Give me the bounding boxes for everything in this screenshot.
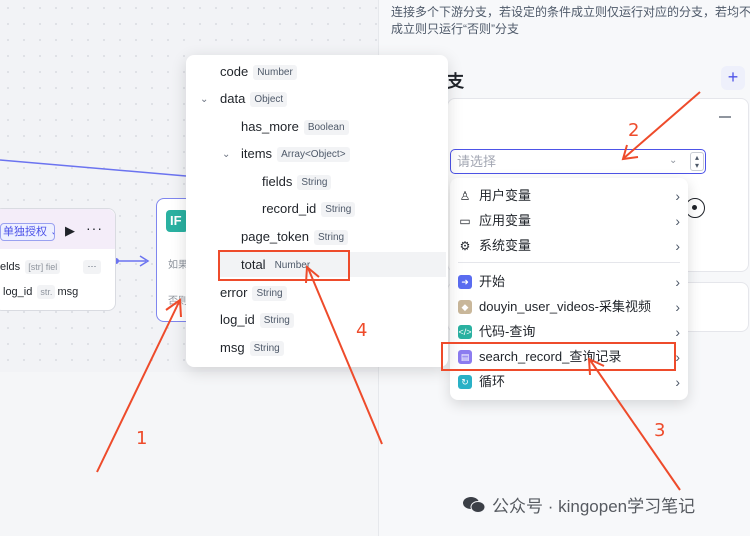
tree-row-code[interactable]: code Number: [220, 63, 297, 81]
highlight-box-search-record: [441, 342, 676, 371]
type-tag: Number: [253, 65, 297, 80]
target-icon[interactable]: [685, 198, 705, 218]
more-icon[interactable]: ···: [86, 220, 103, 236]
add-branch-button[interactable]: +: [721, 66, 745, 90]
var-name: code: [220, 64, 249, 79]
fields-label: elds: [0, 261, 21, 273]
tree-row-log-id[interactable]: log_id String: [220, 311, 294, 329]
menu-item-label: 系统变量: [479, 238, 532, 253]
var-name: error: [220, 285, 248, 300]
chevron-down-icon[interactable]: ⌄: [200, 94, 208, 105]
menu-item-label: 应用变量: [479, 213, 532, 228]
var-name: fields: [262, 174, 293, 189]
highlight-box-total: [218, 250, 350, 281]
var-name: record_id: [262, 201, 317, 216]
chevron-right-icon: ›: [675, 188, 680, 204]
annotation-number-2: 2: [628, 120, 640, 141]
tree-row-fields[interactable]: fields String: [262, 173, 332, 191]
menu-item-user-vars[interactable]: ♙ 用户变量 ›: [458, 184, 680, 208]
output-row: log_id str. msg: [3, 285, 78, 299]
type-tag: String: [249, 341, 284, 356]
menu-item-douyin-plugin[interactable]: ◆ douyin_user_videos-采集视频 ›: [458, 295, 680, 319]
else-label: 否则: [168, 296, 188, 307]
collapse-icon[interactable]: [719, 116, 731, 118]
var-name: log_id: [220, 312, 255, 327]
menu-item-start[interactable]: ➜ 开始 ›: [458, 270, 680, 294]
folder-icon: ▭: [459, 214, 471, 228]
menu-item-label: 用户变量: [479, 188, 532, 203]
msg-label: msg: [57, 286, 79, 298]
chevron-right-icon: ›: [675, 299, 680, 315]
type-tag: String: [297, 175, 332, 190]
var-name: data: [220, 91, 246, 106]
chevron-down-icon[interactable]: ⌄: [222, 149, 230, 160]
start-icon: ➜: [458, 275, 472, 289]
menu-item-system-vars[interactable]: ⚙ 系统变量 ›: [458, 234, 680, 258]
type-tag: Object: [250, 92, 288, 107]
type-tag: String: [252, 286, 287, 301]
more-fields-button[interactable]: ···: [83, 260, 101, 274]
menu-item-code-query[interactable]: </> 代码-查询 ›: [458, 320, 680, 344]
annotation-number-3: 3: [654, 420, 666, 441]
tree-row-data[interactable]: data Object: [220, 90, 288, 108]
plugin-avatar-icon: ◆: [458, 300, 472, 314]
tree-row-items[interactable]: items Array<Object>: [241, 145, 350, 163]
play-icon[interactable]: ▶: [65, 223, 75, 239]
type-tag: String: [313, 230, 349, 245]
menu-item-app-vars[interactable]: ▭ 应用变量 ›: [458, 209, 680, 233]
log-id-label: log_id: [3, 286, 33, 298]
menu-item-label: douyin_user_videos-采集视频: [479, 299, 651, 314]
tree-row-has-more[interactable]: has_more Boolean: [241, 118, 349, 136]
auth-select[interactable]: 单独授权 ⌄: [0, 223, 55, 241]
tree-row-page-token[interactable]: page_token String: [241, 228, 349, 246]
loop-icon: ↻: [458, 375, 472, 389]
watermark-text: 公众号 · kingopen学习笔记: [492, 497, 696, 516]
fields-type-tag: [str] fiel: [25, 260, 61, 274]
var-name: items: [241, 146, 273, 161]
tree-row-error[interactable]: error String: [220, 284, 287, 302]
annotation-number-4: 4: [356, 320, 368, 341]
chevron-right-icon: ›: [675, 324, 680, 340]
wechat-icon: [463, 497, 486, 513]
menu-item-label: 循环: [479, 374, 506, 389]
type-tag: String: [321, 202, 356, 217]
menu-item-loop[interactable]: ↻ 循环 ›: [458, 370, 680, 394]
chevron-down-icon[interactable]: ⌄: [669, 155, 677, 166]
fields-row: elds [str] fiel: [0, 260, 62, 274]
chevron-right-icon: ›: [675, 213, 680, 229]
if-badge: IF: [166, 210, 188, 232]
var-name: msg: [220, 340, 245, 355]
canvas-lower-area: [0, 372, 378, 536]
panel-description: 连接多个下游分支，若设定的条件成立则仅运行对应的分支，若均不成立则只运行“否则”…: [391, 5, 750, 36]
panel-section-title: 支: [447, 72, 464, 91]
tree-row-msg[interactable]: msg String: [220, 339, 284, 357]
chevron-right-icon: ›: [675, 374, 680, 390]
if-condition-label: 如果: [168, 260, 188, 271]
type-tag: Boolean: [303, 120, 349, 135]
annotation-number-1: 1: [136, 428, 148, 449]
menu-item-label: 开始: [479, 274, 506, 289]
gear-icon: ⚙: [459, 239, 471, 253]
var-name: page_token: [241, 229, 309, 244]
chevron-right-icon: ›: [675, 349, 680, 365]
menu-item-label: 代码-查询: [479, 324, 536, 339]
chevron-down-icon: ⌄: [47, 226, 54, 238]
user-icon: ♙: [459, 189, 471, 203]
code-icon: </>: [458, 325, 472, 339]
chevron-right-icon: ›: [675, 238, 680, 254]
spinner-icon[interactable]: ▴ ▾: [690, 152, 704, 171]
tree-row-record-id[interactable]: record_id String: [262, 200, 356, 218]
type-tag: String: [259, 313, 294, 328]
str-type-tag: str.: [37, 285, 56, 299]
chevron-right-icon: ›: [675, 274, 680, 290]
var-name: has_more: [241, 119, 299, 134]
variable-select-input[interactable]: 请选择: [450, 149, 706, 174]
auth-label: 单独授权: [3, 226, 47, 238]
menu-divider: [458, 262, 680, 263]
type-tag: Array<Object>: [277, 147, 350, 162]
